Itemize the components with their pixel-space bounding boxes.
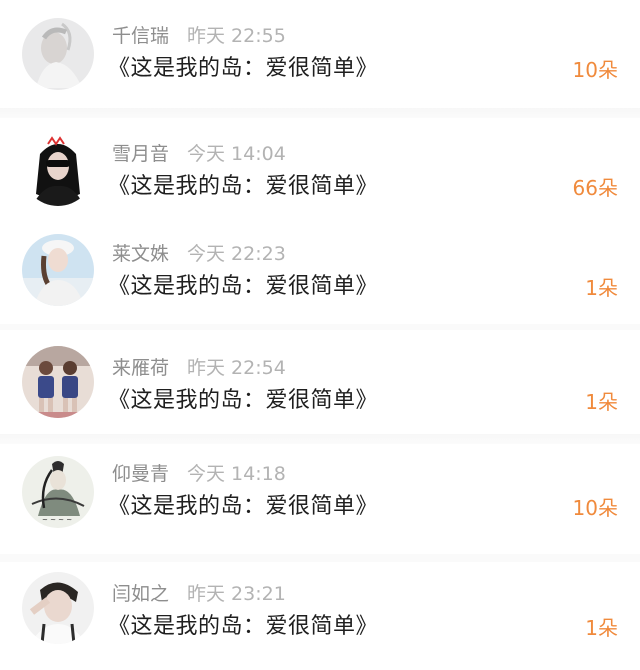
gift-list: 千信瑞 昨天 22:55 《这是我的岛：爱很简单》 10朵 雪月音 今天 14:04… (0, 0, 640, 670)
book-title[interactable]: 《这是我的岛：爱很简单》 (108, 386, 378, 416)
username[interactable]: 莱文姝 (112, 243, 169, 265)
book-title[interactable]: 《这是我的岛：爱很简单》 (108, 54, 378, 84)
meta-line: 千信瑞 昨天 22:55 (112, 24, 286, 48)
meta-line: 莱文姝 今天 22:23 (112, 242, 286, 266)
username[interactable]: 来雁荷 (112, 357, 169, 379)
avatar[interactable] (22, 572, 94, 644)
timestamp: 昨天 23:21 (187, 583, 286, 605)
avatar[interactable] (22, 234, 94, 306)
avatar[interactable]: ~ ~ ~ ~ (22, 456, 94, 528)
row-divider (0, 554, 640, 562)
book-title[interactable]: 《这是我的岛：爱很简单》 (108, 272, 378, 302)
flower-count: 10朵 (572, 496, 618, 520)
timestamp: 昨天 22:54 (187, 357, 286, 379)
username[interactable]: 仰曼青 (112, 463, 169, 485)
timestamp: 今天 14:18 (187, 463, 286, 485)
book-title[interactable]: 《这是我的岛：爱很简单》 (108, 172, 378, 202)
list-item[interactable]: 来雁荷 昨天 22:54 《这是我的岛：爱很简单》 1朵 (0, 330, 640, 434)
meta-line: 闫如之 昨天 23:21 (112, 582, 286, 606)
list-item[interactable]: 雪月音 今天 14:04 《这是我的岛：爱很简单》 66朵 (0, 118, 640, 218)
list-item[interactable]: 千信瑞 昨天 22:55 《这是我的岛：爱很简单》 10朵 (0, 0, 640, 108)
meta-line: 来雁荷 昨天 22:54 (112, 356, 286, 380)
timestamp: 今天 22:23 (187, 243, 286, 265)
row-divider (0, 108, 640, 118)
flower-count: 10朵 (572, 58, 618, 82)
flower-count: 1朵 (585, 390, 618, 414)
avatar[interactable] (22, 134, 94, 206)
svg-text:~ ~ ~ ~: ~ ~ ~ ~ (42, 516, 72, 524)
book-title[interactable]: 《这是我的岛：爱很简单》 (108, 612, 378, 642)
list-item[interactable]: ~ ~ ~ ~ 仰曼青 今天 14:18 《这是我的岛：爱很简单》 10朵 (0, 444, 640, 554)
row-divider (0, 434, 640, 444)
timestamp: 今天 14:04 (187, 143, 286, 165)
username[interactable]: 雪月音 (112, 143, 169, 165)
list-item[interactable]: 莱文姝 今天 22:23 《这是我的岛：爱很简单》 1朵 (0, 224, 640, 324)
username[interactable]: 闫如之 (112, 583, 169, 605)
username[interactable]: 千信瑞 (112, 25, 169, 47)
flower-count: 66朵 (572, 176, 618, 200)
book-title[interactable]: 《这是我的岛：爱很简单》 (108, 492, 378, 522)
avatar[interactable] (22, 346, 94, 418)
flower-count: 1朵 (585, 276, 618, 300)
meta-line: 雪月音 今天 14:04 (112, 142, 286, 166)
flower-count: 1朵 (585, 616, 618, 640)
list-item[interactable]: 闫如之 昨天 23:21 《这是我的岛：爱很简单》 1朵 (0, 562, 640, 670)
timestamp: 昨天 22:55 (187, 25, 286, 47)
avatar[interactable] (22, 18, 94, 90)
meta-line: 仰曼青 今天 14:18 (112, 462, 286, 486)
